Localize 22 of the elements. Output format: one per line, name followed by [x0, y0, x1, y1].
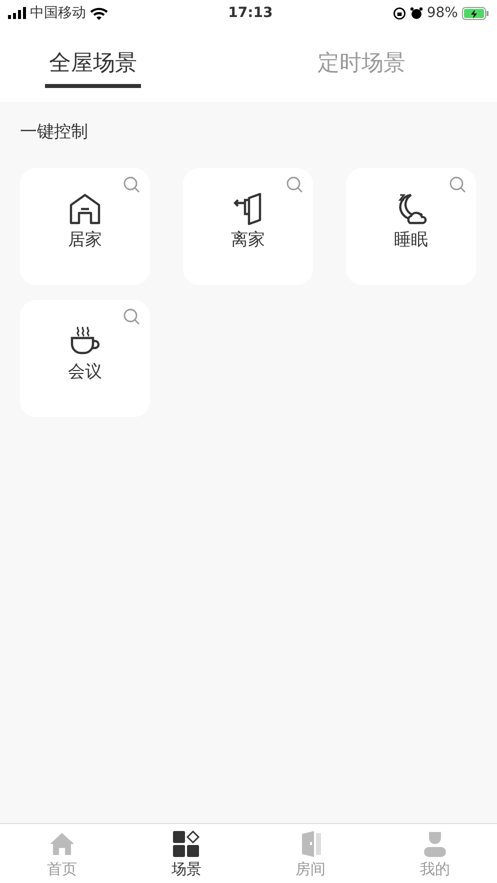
alarm-icon — [410, 6, 423, 20]
nav-tab[interactable]: 场景 — [124, 824, 248, 883]
scene-card[interactable]: 会议 — [20, 300, 150, 417]
search-icon — [449, 176, 467, 194]
search-icon — [123, 308, 141, 326]
search-icon — [286, 176, 304, 194]
home-icon — [68, 192, 102, 226]
scene-card[interactable]: 睡眠 — [346, 168, 476, 285]
rotation-lock-icon — [392, 6, 406, 20]
scene-card[interactable]: 离家 — [183, 168, 313, 285]
scene-card[interactable]: 居家 — [20, 168, 150, 285]
home-icon — [48, 830, 76, 858]
clock-time: 17:13 — [228, 4, 273, 22]
tab[interactable]: 全屋场景 — [45, 50, 141, 88]
section-title: 一键控制 — [20, 122, 88, 142]
search-icon — [123, 176, 141, 194]
signal-icon — [8, 7, 26, 19]
battery-percent: 98% — [426, 4, 458, 22]
battery-icon — [462, 6, 489, 20]
wifi-icon — [90, 6, 108, 20]
carrier-name: 中国移动 — [30, 4, 86, 22]
scenes-grid-icon — [172, 830, 200, 858]
